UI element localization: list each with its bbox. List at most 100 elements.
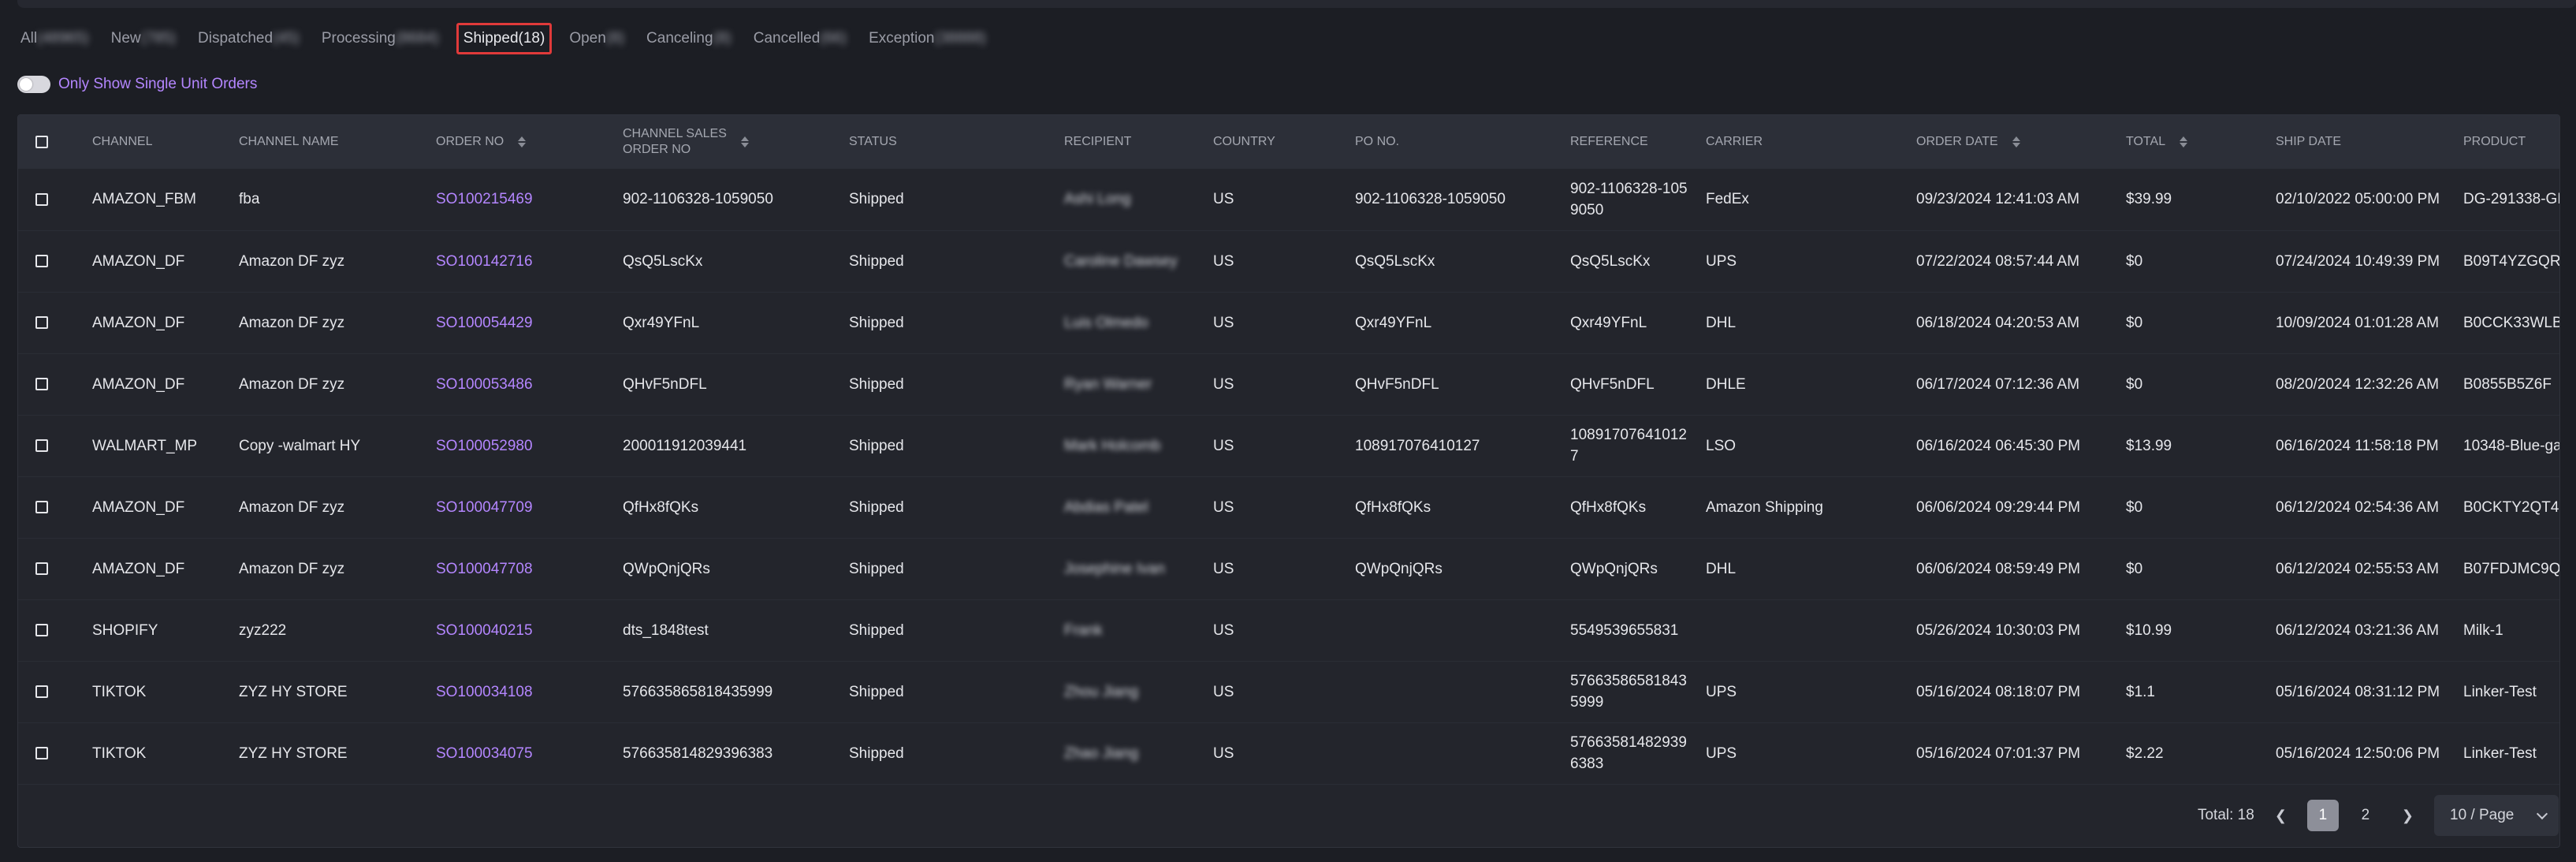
- sort-icon[interactable]: [740, 136, 749, 147]
- cell-order-no[interactable]: SO100047708: [430, 538, 616, 599]
- tab-processing[interactable]: Processing(8684): [317, 24, 444, 54]
- row-checkbox[interactable]: [35, 378, 48, 391]
- page-size-select[interactable]: 10 / Page: [2434, 795, 2559, 836]
- table-row[interactable]: AMAZON_DF Amazon DF zyz SO100047708 QWpQnjQ…: [18, 538, 2559, 599]
- page-2-button[interactable]: 2: [2350, 800, 2381, 831]
- cell-channel: AMAZON_FBM: [92, 191, 196, 208]
- tab-open[interactable]: Open(8): [564, 24, 629, 54]
- row-checkbox[interactable]: [35, 747, 48, 760]
- cell-country: US: [1213, 437, 1234, 454]
- cell-status: Shipped: [849, 437, 904, 454]
- tab-cancelled[interactable]: Cancelled(66): [749, 24, 851, 54]
- cell-channel-sales-order-no: 576635814829396383: [623, 744, 773, 762]
- column-header-po-no: PO NO.: [1349, 115, 1564, 169]
- sort-icon[interactable]: [2180, 136, 2188, 147]
- row-checkbox[interactable]: [35, 685, 48, 699]
- cell-order-no[interactable]: SO100142716: [430, 230, 616, 292]
- cell-channel-name: Amazon DF zyz: [239, 375, 345, 393]
- table-row[interactable]: AMAZON_DF Amazon DF zyz SO100053486 QHvF5nD…: [18, 353, 2559, 415]
- page-size-label: 10 / Page: [2450, 807, 2515, 823]
- cell-total: $39.99: [2126, 191, 2172, 208]
- row-checkbox[interactable]: [35, 562, 48, 576]
- tab-dispatched[interactable]: Dispatched(45): [193, 24, 304, 54]
- table-row[interactable]: AMAZON_FBM fba SO100215469 902-1106328-1059…: [18, 169, 2559, 230]
- table-row[interactable]: TIKTOK ZYZ HY STORE SO100034075 57663581482…: [18, 722, 2559, 784]
- chevron-left-icon[interactable]: ❮: [2270, 808, 2291, 824]
- column-header-order-no[interactable]: ORDER NO: [430, 115, 616, 169]
- cell-carrier: [1699, 599, 1910, 661]
- column-header-label: ORDER DATE: [1916, 135, 1998, 148]
- cell-status: Shipped: [849, 560, 904, 577]
- pagination: Total: 18 ❮ 12 ❯ 10 / Page: [2198, 793, 2559, 838]
- row-checkbox[interactable]: [35, 439, 48, 453]
- cell-order-no[interactable]: SO100040215: [430, 599, 616, 661]
- cell-order-no[interactable]: SO100215469: [430, 169, 616, 230]
- cell-order-no[interactable]: SO100034075: [430, 722, 616, 784]
- tab-label: Dispatched: [198, 30, 274, 47]
- cell-product: B0CCK33WLB: [2463, 314, 2560, 331]
- tab-label: Open: [569, 30, 606, 47]
- row-checkbox[interactable]: [35, 193, 48, 207]
- table-row[interactable]: AMAZON_DF Amazon DF zyz SO100054429 Qxr49YF…: [18, 292, 2560, 353]
- single-unit-label[interactable]: Only Show Single Unit Orders: [58, 76, 257, 93]
- cell-order-no[interactable]: SO100053486: [430, 353, 616, 415]
- table-row[interactable]: SHOPIFY zyz222 SO100040215 dts_1848test Ship…: [18, 599, 2559, 661]
- row-checkbox[interactable]: [35, 316, 48, 330]
- row-select-cell: [18, 476, 86, 538]
- tab-shipped[interactable]: Shipped(18): [456, 23, 553, 54]
- column-header-order-date[interactable]: ORDER DATE: [1910, 115, 2120, 169]
- cell-total: $0: [2126, 375, 2143, 393]
- cell-reference: 5549539655831: [1570, 621, 1679, 639]
- cell-channel-sales-order-no: QWpQnjQRs: [623, 560, 710, 577]
- cell-order-no[interactable]: SO100047709: [430, 476, 616, 538]
- cell-order-no[interactable]: SO100054429: [430, 292, 616, 353]
- single-unit-toggle[interactable]: [17, 76, 50, 93]
- tab-count: (8): [605, 30, 625, 47]
- cell-order-no[interactable]: SO100034108: [430, 661, 616, 722]
- cell-country: US: [1213, 375, 1234, 393]
- cell-channel: AMAZON_DF: [92, 498, 185, 516]
- row-checkbox[interactable]: [35, 624, 48, 637]
- cell-po-no: 108917076410127: [1355, 437, 1480, 454]
- tab-label: New: [110, 30, 141, 47]
- tab-count: (66): [820, 30, 847, 47]
- tab-all[interactable]: All(48965): [16, 24, 94, 54]
- column-header-label: PRODUCT: [2463, 135, 2526, 148]
- cell-product: B0855B5Z6F: [2463, 375, 2552, 393]
- chevron-right-icon[interactable]: ❯: [2397, 808, 2418, 824]
- row-checkbox[interactable]: [35, 501, 48, 514]
- orders-table-container: CHANNEL CHANNEL NAME ORDER NO CHANNEL SALES…: [17, 114, 2560, 848]
- cell-reference: QWpQnjQRs: [1570, 560, 1658, 577]
- row-checkbox[interactable]: [35, 255, 48, 268]
- cell-reference: Qxr49YFnL: [1570, 314, 1647, 331]
- column-header-channel-sales-order-no[interactable]: CHANNEL SALES ORDER NO: [616, 115, 843, 169]
- table-row[interactable]: WALMART_MP Copy -walmart HY SO100052980 200…: [18, 415, 2559, 476]
- cell-order-no[interactable]: SO100052980: [430, 415, 616, 476]
- table-row[interactable]: AMAZON_DF Amazon DF zyz SO100142716 QsQ5Lsc…: [18, 230, 2559, 292]
- column-header-total[interactable]: TOTAL: [2120, 115, 2269, 169]
- cell-carrier: UPS: [1706, 252, 1737, 270]
- column-header-label: TOTAL: [2126, 135, 2166, 148]
- cell-carrier: FedEx: [1706, 191, 1749, 208]
- tab-canceling[interactable]: Canceling(8): [642, 24, 736, 54]
- cell-channel-name: Amazon DF zyz: [239, 314, 345, 331]
- cell-channel-sales-order-no: 576635865818435999: [623, 683, 773, 700]
- cell-ship-date: 08/20/2024 12:32:26 AM: [2276, 375, 2440, 393]
- tab-label: All: [20, 30, 38, 47]
- top-panel-edge: [17, 0, 2576, 8]
- sort-icon[interactable]: [2012, 136, 2020, 147]
- tab-new[interactable]: New(785): [106, 24, 181, 54]
- page-1-button[interactable]: 1: [2306, 800, 2339, 831]
- tab-exception[interactable]: Exception(38888): [864, 24, 991, 54]
- sort-icon[interactable]: [518, 136, 527, 147]
- cell-order-date: 05/16/2024 08:18:07 PM: [1916, 683, 2081, 700]
- cell-total: $0: [2126, 252, 2143, 270]
- select-all-checkbox[interactable]: [35, 135, 48, 148]
- column-header-label: COUNTRY: [1213, 135, 1275, 148]
- table-row[interactable]: AMAZON_DF Amazon DF zyz SO100047709 QfHx8fQ…: [18, 476, 2559, 538]
- tab-label: Processing: [321, 30, 396, 47]
- cell-country: US: [1213, 252, 1234, 270]
- tab-count: (48965): [37, 30, 89, 47]
- cell-carrier: DHL: [1706, 314, 1737, 331]
- table-row[interactable]: TIKTOK ZYZ HY STORE SO100034108 57663586581…: [18, 661, 2559, 722]
